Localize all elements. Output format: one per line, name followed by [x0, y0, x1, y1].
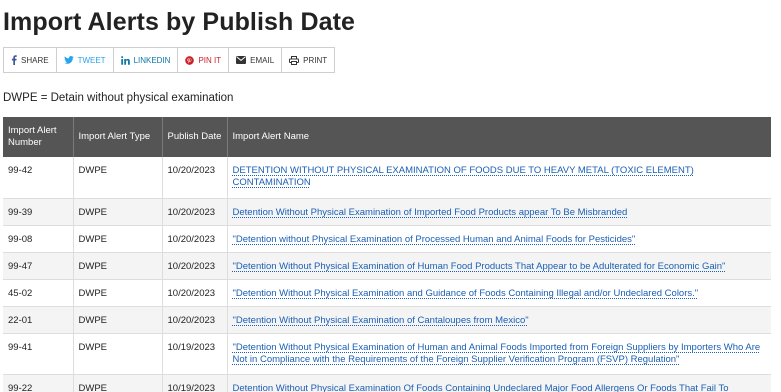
share-pinterest-label: PIN IT	[198, 55, 222, 65]
alert-date: 10/20/2023	[162, 279, 228, 307]
table-header-row: Import Alert Number Import Alert Type Pu…	[3, 117, 771, 157]
alert-name-link[interactable]: "Detention Without Physical Examination …	[233, 288, 699, 299]
alert-date: 10/20/2023	[162, 198, 228, 226]
alert-type: DWPE	[73, 333, 163, 375]
table-row: 99-41 DWPE 10/19/2023 "Detention Without…	[3, 333, 771, 375]
alert-type: DWPE	[73, 157, 163, 199]
table-row: 99-39 DWPE 10/20/2023 Detention Without …	[3, 198, 771, 226]
share-print-label: PRINT	[303, 55, 328, 65]
alert-name-link[interactable]: "Detention Without Physical Examination …	[233, 261, 726, 272]
alert-name-cell: "Detention Without Physical Examination …	[227, 252, 771, 280]
alert-number: 45-02	[3, 279, 74, 307]
alert-name-cell: DETENTION WITHOUT PHYSICAL EXAMINATION O…	[227, 157, 771, 199]
alert-name-link[interactable]: Detention Without Physical Examination O…	[233, 383, 729, 392]
alert-type: DWPE	[73, 198, 163, 226]
alert-name-link[interactable]: "Detention without Physical Examination …	[233, 234, 636, 245]
alert-name-link[interactable]: "Detention Without Physical Examination …	[233, 342, 761, 365]
alert-number: 99-42	[3, 157, 74, 199]
table-body: 99-42 DWPE 10/20/2023 DETENTION WITHOUT …	[3, 157, 771, 392]
column-header-number[interactable]: Import Alert Number	[3, 117, 74, 157]
alert-name-cell: Detention Without Physical Examination o…	[227, 198, 771, 226]
share-twitter-button[interactable]: TWEET	[57, 48, 114, 72]
alert-date: 10/19/2023	[162, 374, 228, 392]
linkedin-icon	[120, 55, 130, 65]
page-title: Import Alerts by Publish Date	[3, 8, 356, 36]
column-header-type[interactable]: Import Alert Type	[73, 117, 163, 157]
alert-name-cell: "Detention Without Physical Examination …	[227, 306, 771, 334]
alert-number: 99-39	[3, 198, 74, 226]
alert-name-cell: "Detention without Physical Examination …	[227, 225, 771, 253]
alert-date: 10/20/2023	[162, 252, 228, 280]
share-bar: SHARE TWEET LINKEDIN PIN IT EMAIL PRINT	[3, 47, 336, 73]
alert-date: 10/20/2023	[162, 225, 228, 253]
alert-type: DWPE	[73, 225, 163, 253]
table-row: 99-47 DWPE 10/20/2023 "Detention Without…	[3, 252, 771, 280]
alert-type: DWPE	[73, 374, 163, 392]
alert-number: 99-47	[3, 252, 74, 280]
table-row: 99-22 DWPE 10/19/2023 Detention Without …	[3, 374, 771, 392]
alert-name-link[interactable]: DETENTION WITHOUT PHYSICAL EXAMINATION O…	[233, 165, 694, 188]
alert-name-link[interactable]: Detention Without Physical Examination o…	[233, 207, 628, 218]
alert-date: 10/19/2023	[162, 333, 228, 375]
alert-type: DWPE	[73, 306, 163, 334]
share-facebook-label: SHARE	[21, 55, 49, 65]
alert-type: DWPE	[73, 252, 163, 280]
table-row: 99-42 DWPE 10/20/2023 DETENTION WITHOUT …	[3, 157, 771, 199]
twitter-icon	[63, 56, 74, 64]
share-linkedin-button[interactable]: LINKEDIN	[114, 48, 179, 72]
alert-number: 22-01	[3, 306, 74, 334]
pinterest-icon	[185, 55, 195, 65]
share-pinterest-button[interactable]: PIN IT	[178, 48, 230, 72]
alert-name-cell: "Detention Without Physical Examination …	[227, 279, 771, 307]
alert-name-cell: "Detention Without Physical Examination …	[227, 333, 771, 375]
share-email-label: EMAIL	[250, 55, 275, 65]
share-print-button[interactable]: PRINT	[282, 48, 334, 72]
share-facebook-button[interactable]: SHARE	[4, 48, 57, 72]
alert-name-cell: Detention Without Physical Examination O…	[227, 374, 771, 392]
import-alerts-table: Import Alert Number Import Alert Type Pu…	[3, 117, 771, 392]
alert-type: DWPE	[73, 279, 163, 307]
print-icon	[289, 55, 300, 65]
share-email-button[interactable]: EMAIL	[229, 48, 283, 72]
share-linkedin-label: LINKEDIN	[133, 55, 171, 65]
alert-date: 10/20/2023	[162, 306, 228, 334]
table-row: 99-08 DWPE 10/20/2023 "Detention without…	[3, 225, 771, 253]
facebook-icon	[11, 55, 17, 65]
alert-name-link[interactable]: "Detention Without Physical Examination …	[233, 315, 529, 326]
alert-date: 10/20/2023	[162, 157, 228, 199]
dwpe-definition-note: DWPE = Detain without physical examinati…	[3, 92, 234, 104]
alert-number: 99-22	[3, 374, 74, 392]
column-header-date[interactable]: Publish Date	[162, 117, 228, 157]
email-icon	[236, 56, 247, 64]
alert-number: 99-08	[3, 225, 74, 253]
table-row: 45-02 DWPE 10/20/2023 "Detention Without…	[3, 279, 771, 307]
share-twitter-label: TWEET	[77, 55, 106, 65]
column-header-name[interactable]: Import Alert Name	[227, 117, 771, 157]
alert-number: 99-41	[3, 333, 74, 375]
table-row: 22-01 DWPE 10/20/2023 "Detention Without…	[3, 306, 771, 334]
